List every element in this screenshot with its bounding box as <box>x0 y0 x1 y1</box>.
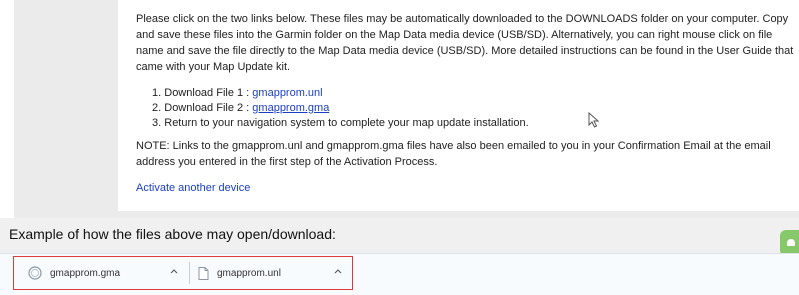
mouse-cursor-icon <box>588 112 600 128</box>
left-margin <box>0 0 14 218</box>
step-2-number: 2. <box>152 102 162 114</box>
chat-icon <box>787 239 795 246</box>
example-heading: Example of how the files above may open/… <box>9 226 336 242</box>
spinner-circle-icon <box>28 266 42 280</box>
step-3-text: Return to your navigation system to comp… <box>164 117 529 129</box>
step-2: 2. Download File 2 : gmapprom.gma <box>152 101 529 116</box>
note-paragraph: NOTE: Links to the gmapprom.unl and gmap… <box>136 140 771 168</box>
step-3: 3. Return to your navigation system to c… <box>152 116 529 131</box>
download-file-2-link[interactable]: gmapprom.gma <box>252 102 329 114</box>
chevron-up-icon[interactable] <box>170 268 178 274</box>
download-file-1-link[interactable]: gmapprom.unl <box>252 87 322 99</box>
download-item-unl-name: gmapprom.unl <box>217 267 281 279</box>
step-1-number: 1. <box>152 87 162 99</box>
download-separator <box>189 262 190 284</box>
activate-another-device-link[interactable]: Activate another device <box>136 180 250 196</box>
file-icon <box>198 266 209 280</box>
step-1: 1. Download File 1 : gmapprom.unl <box>152 86 529 101</box>
download-item-gma-name: gmapprom.gma <box>50 267 121 279</box>
instructions-paragraph: Please click on the two links below. The… <box>136 13 794 73</box>
chevron-up-icon[interactable] <box>334 268 342 274</box>
step-2-text: Download File 2 : <box>164 102 253 114</box>
download-steps-list: 1. Download File 1 : gmapprom.unl 2. Dow… <box>152 86 529 131</box>
step-1-text: Download File 1 : <box>164 87 253 99</box>
download-item-unl[interactable]: gmapprom.unl <box>198 261 281 285</box>
download-item-gma[interactable]: gmapprom.gma <box>28 261 120 285</box>
step-3-number: 3. <box>152 117 162 129</box>
